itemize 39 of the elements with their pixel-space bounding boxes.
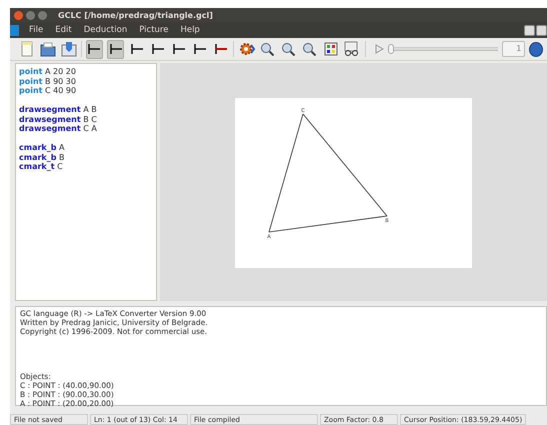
code-line: cmark_b B bbox=[19, 152, 66, 162]
menu-item[interactable]: Help bbox=[174, 25, 206, 35]
segment-tool-icon[interactable] bbox=[192, 42, 207, 56]
window-title: GCLC [/home/predrag/triangle.gcl] bbox=[58, 10, 213, 20]
restore-button[interactable] bbox=[536, 24, 547, 36]
menu-item[interactable]: Picture bbox=[133, 25, 174, 35]
code-line: drawsegment A B bbox=[19, 105, 98, 114]
segment-tool-icon[interactable] bbox=[130, 42, 144, 56]
code-line: cmark_b A bbox=[19, 143, 66, 152]
menu-item[interactable]: File bbox=[23, 25, 50, 35]
code-line: cmark_t C bbox=[19, 162, 64, 172]
help-icon[interactable] bbox=[529, 42, 543, 56]
zoom-icon[interactable] bbox=[281, 42, 296, 56]
gear-icon[interactable] bbox=[238, 41, 255, 57]
code-editor[interactable]: point A 20 20 point B 90 30 point C 40 90 drawsegment A B drawsegment B C drawsegment C A cmark_b A cmark_b B cmark_t C bbox=[15, 63, 157, 301]
code-line: drawsegment C A bbox=[19, 124, 98, 134]
zoom-icon[interactable] bbox=[260, 42, 276, 56]
menu-item[interactable]: Edit bbox=[49, 25, 78, 35]
segment-tool-icon[interactable] bbox=[150, 42, 165, 56]
color-grid-icon[interactable] bbox=[324, 42, 338, 56]
app-icon bbox=[10, 24, 19, 36]
slider-thumb[interactable] bbox=[388, 44, 394, 54]
folder-icon[interactable] bbox=[40, 42, 56, 56]
code-line: point C 40 90 bbox=[19, 86, 78, 96]
code-line: point A 20 20 bbox=[19, 67, 77, 76]
segment-tool-icon[interactable] bbox=[108, 42, 123, 56]
segment-tool-icon[interactable] bbox=[87, 42, 102, 56]
zoom-icon[interactable] bbox=[302, 42, 318, 56]
code-line: drawsegment B C bbox=[19, 114, 98, 124]
close-button[interactable] bbox=[14, 10, 23, 20]
code-line: point B 90 30 bbox=[19, 76, 77, 86]
new-file-icon[interactable] bbox=[20, 41, 34, 57]
slider[interactable] bbox=[391, 44, 498, 54]
minimize-button[interactable] bbox=[524, 24, 535, 36]
maximize-button[interactable] bbox=[38, 10, 47, 20]
save-icon[interactable] bbox=[60, 41, 76, 57]
segment-tool-icon[interactable] bbox=[214, 42, 228, 56]
segment-tool-icon[interactable] bbox=[172, 42, 186, 56]
menu-item[interactable]: Deduction bbox=[78, 25, 134, 35]
